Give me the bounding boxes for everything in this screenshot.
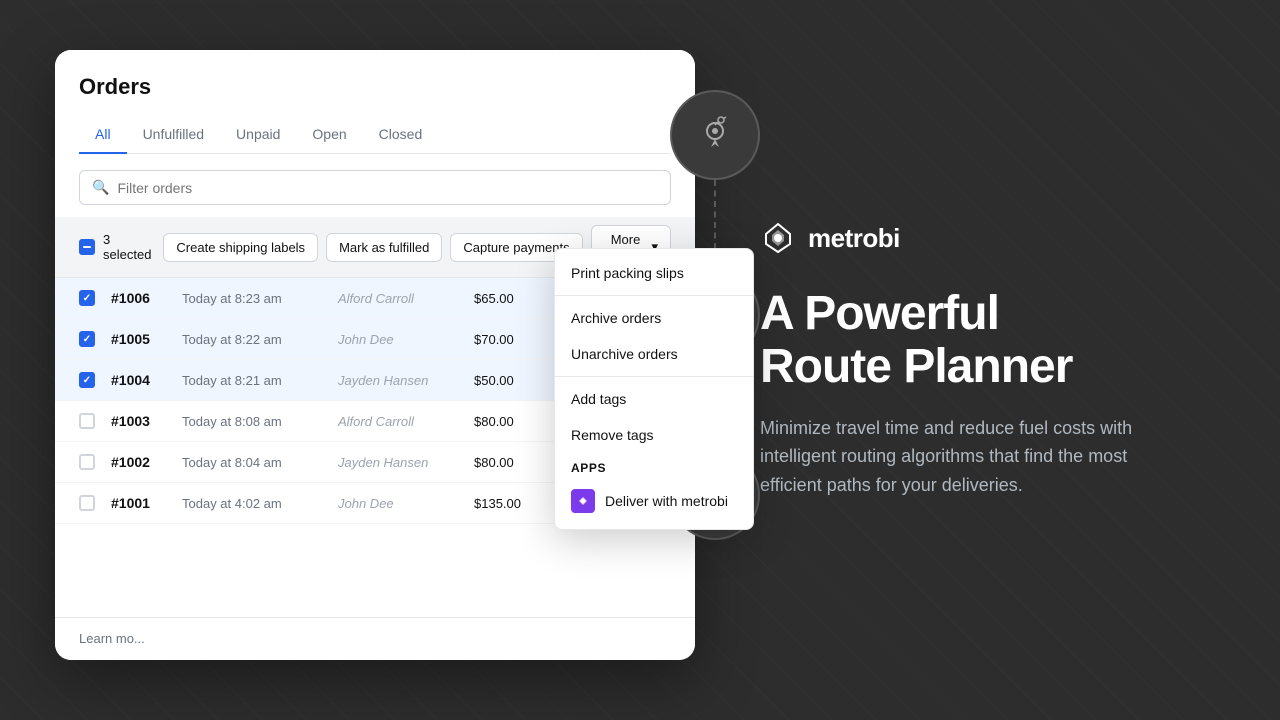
order-customer: Alford Carroll: [338, 414, 458, 429]
row-checkbox[interactable]: [79, 454, 95, 470]
order-customer: John Dee: [338, 332, 458, 347]
menu-item-deliver-with-metrobi[interactable]: Deliver with metrobi: [555, 479, 753, 523]
card-header: Orders All Unfulfilled Unpaid Open Close…: [55, 50, 695, 154]
order-id: #1005: [111, 331, 166, 347]
order-date: Today at 8:22 am: [182, 332, 322, 347]
order-customer: Jayden Hansen: [338, 455, 458, 470]
order-amount: $135.00: [474, 496, 544, 511]
select-all-checkbox[interactable]: [79, 239, 95, 255]
order-amount: $70.00: [474, 332, 544, 347]
more-actions-dropdown: Print packing slips Archive orders Unarc…: [554, 248, 754, 530]
search-input[interactable]: [117, 180, 658, 196]
metrobi-logo: metrobi: [760, 220, 900, 256]
menu-item-archive-orders[interactable]: Archive orders: [555, 300, 753, 336]
order-amount: $50.00: [474, 373, 544, 388]
order-amount: $65.00: [474, 291, 544, 306]
row-checkbox[interactable]: [79, 495, 95, 511]
menu-section-apps: APPS: [555, 453, 753, 479]
order-date: Today at 8:08 am: [182, 414, 322, 429]
tab-unfulfilled[interactable]: Unfulfilled: [127, 116, 220, 154]
menu-divider: [555, 295, 753, 296]
order-date: Today at 8:23 am: [182, 291, 322, 306]
selected-count: 3 selected: [103, 232, 151, 262]
order-id: #1001: [111, 495, 166, 511]
metrobi-app-icon: [571, 489, 595, 513]
order-date: Today at 8:21 am: [182, 373, 322, 388]
tab-all[interactable]: All: [79, 116, 127, 154]
order-id: #1004: [111, 372, 166, 388]
order-date: Today at 4:02 am: [182, 496, 322, 511]
order-date: Today at 8:04 am: [182, 455, 322, 470]
page-title: Orders: [79, 74, 671, 100]
right-panel: metrobi A Powerful Route Planner Minimiz…: [700, 0, 1280, 720]
menu-divider: [555, 376, 753, 377]
row-checkbox[interactable]: [79, 372, 95, 388]
card-footer: Learn mo...: [55, 617, 695, 660]
menu-item-unarchive-orders[interactable]: Unarchive orders: [555, 336, 753, 372]
order-id: #1006: [111, 290, 166, 306]
create-shipping-labels-button[interactable]: Create shipping labels: [163, 233, 318, 262]
metrobi-logo-icon: [760, 220, 796, 256]
mark-as-fulfilled-button[interactable]: Mark as fulfilled: [326, 233, 442, 262]
tabs-bar: All Unfulfilled Unpaid Open Closed: [79, 116, 671, 154]
deliver-with-metrobi-label: Deliver with metrobi: [605, 493, 728, 509]
order-id: #1003: [111, 413, 166, 429]
order-customer: Jayden Hansen: [338, 373, 458, 388]
learn-more-text: Learn mo...: [79, 631, 145, 646]
hero-description: Minimize travel time and reduce fuel cos…: [760, 414, 1160, 500]
menu-item-remove-tags[interactable]: Remove tags: [555, 417, 753, 453]
row-checkbox[interactable]: [79, 290, 95, 306]
menu-item-print-packing-slips[interactable]: Print packing slips: [555, 255, 753, 291]
tab-closed[interactable]: Closed: [363, 116, 439, 154]
row-checkbox[interactable]: [79, 413, 95, 429]
search-container: 🔍: [55, 154, 695, 217]
order-amount: $80.00: [474, 455, 544, 470]
order-customer: John Dee: [338, 496, 458, 511]
metrobi-logo-text: metrobi: [808, 223, 900, 254]
hero-title: A Powerful Route Planner: [760, 288, 1072, 394]
row-checkbox[interactable]: [79, 331, 95, 347]
order-customer: Alford Carroll: [338, 291, 458, 306]
search-input-wrap[interactable]: 🔍: [79, 170, 671, 205]
tab-unpaid[interactable]: Unpaid: [220, 116, 296, 154]
search-icon: 🔍: [92, 179, 109, 196]
order-id: #1002: [111, 454, 166, 470]
tab-open[interactable]: Open: [296, 116, 362, 154]
order-amount: $80.00: [474, 414, 544, 429]
menu-item-add-tags[interactable]: Add tags: [555, 381, 753, 417]
